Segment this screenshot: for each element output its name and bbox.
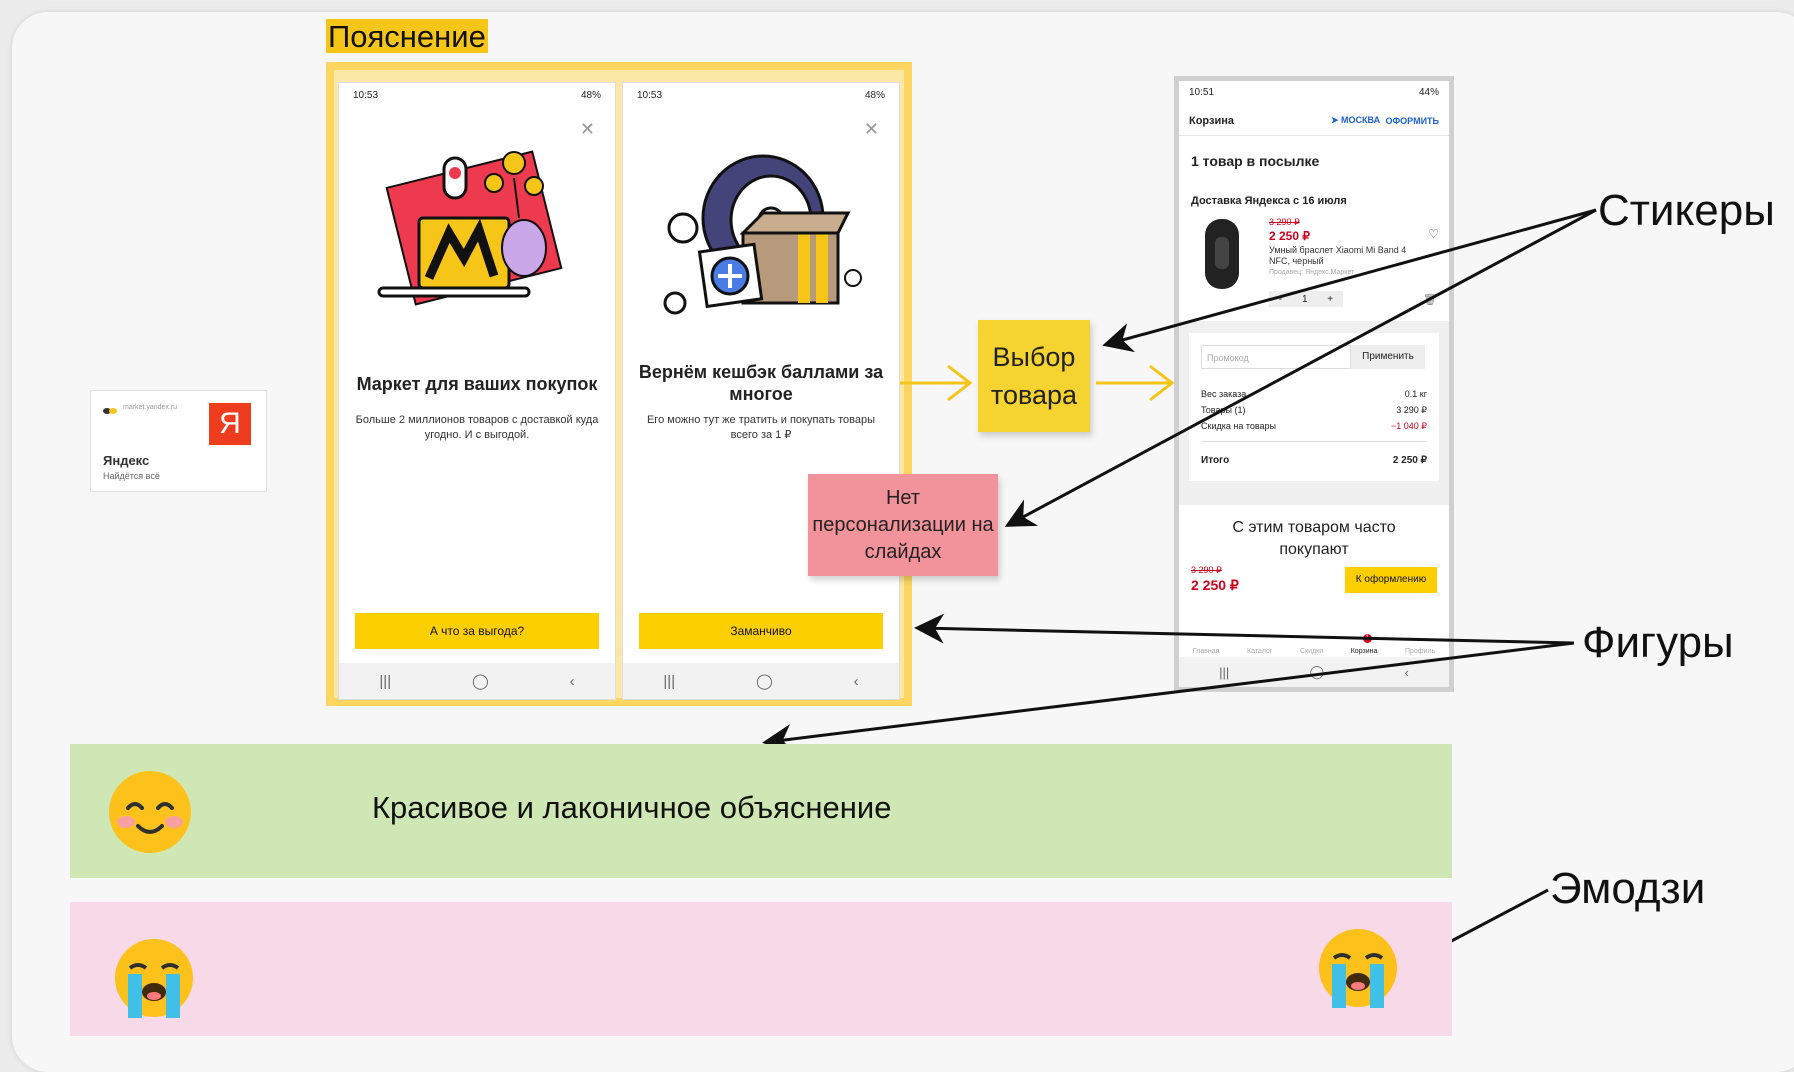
annotation-emoji[interactable]: Эмодзи: [1550, 864, 1705, 914]
annotation-arrow[interactable]: [1004, 208, 1597, 527]
yellow-connector-arrow[interactable]: [1096, 364, 1175, 402]
yellow-connector-arrow[interactable]: [900, 364, 973, 402]
annotation-shapes[interactable]: Фигуры: [1582, 618, 1734, 668]
annotation-stickers[interactable]: Стикеры: [1598, 186, 1775, 236]
sticky-note-pink[interactable]: Нет персонализации на слайдах: [808, 474, 998, 576]
band-text[interactable]: Красивое и лаконичное объяснение: [372, 790, 891, 826]
smiling-face-emoji-icon[interactable]: [108, 770, 192, 854]
annotation-arrow[interactable]: [914, 613, 1575, 645]
pink-band[interactable]: [70, 902, 1452, 1036]
sticky-note-yellow[interactable]: Выбор товара: [978, 320, 1090, 432]
annotation-arrow[interactable]: [1102, 208, 1597, 353]
crying-face-emoji-icon[interactable]: [1318, 928, 1398, 1008]
annotation-arrow[interactable]: [762, 641, 1575, 754]
crying-face-emoji-icon[interactable]: [114, 938, 194, 1018]
